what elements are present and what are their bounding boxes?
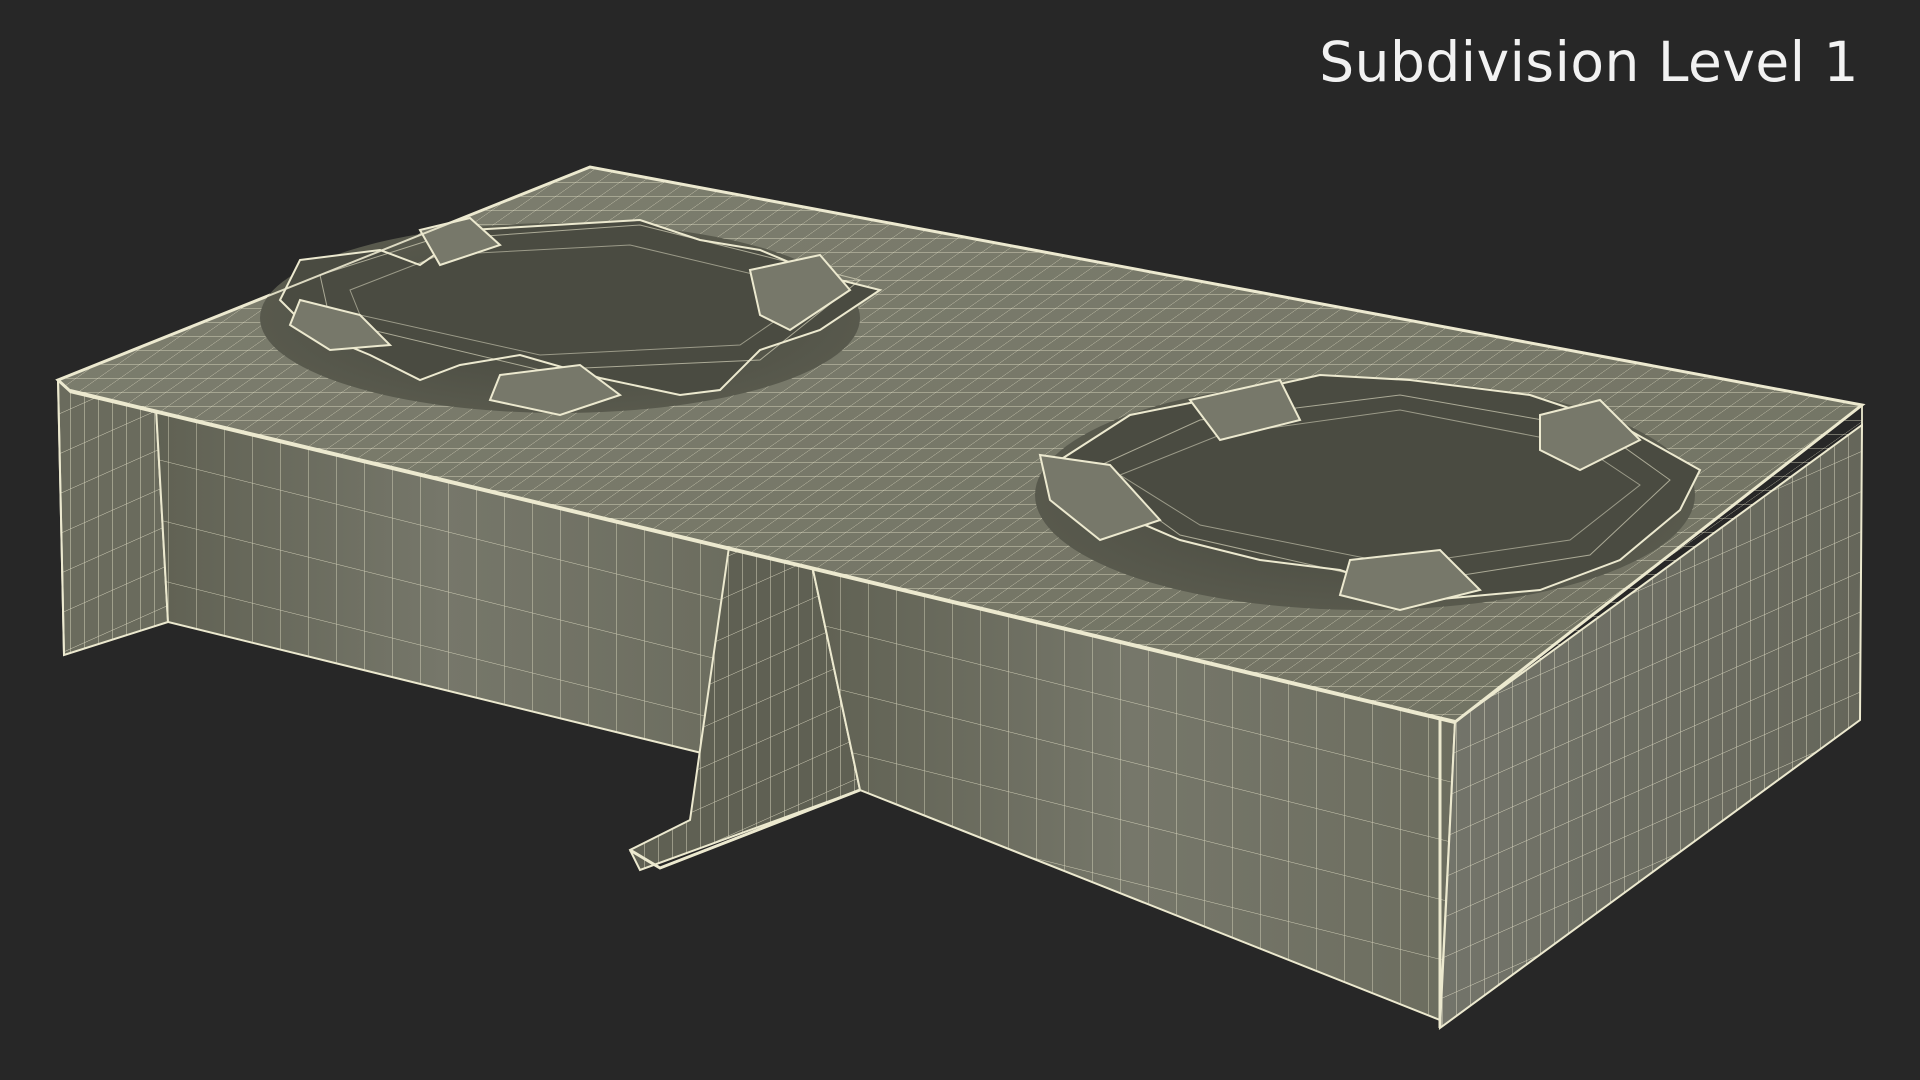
render-viewport: Subdivision Level 1 [0,0,1920,1080]
left-end-panel [56,378,170,657]
cup-holder-wireframe-model [55,165,1866,1031]
